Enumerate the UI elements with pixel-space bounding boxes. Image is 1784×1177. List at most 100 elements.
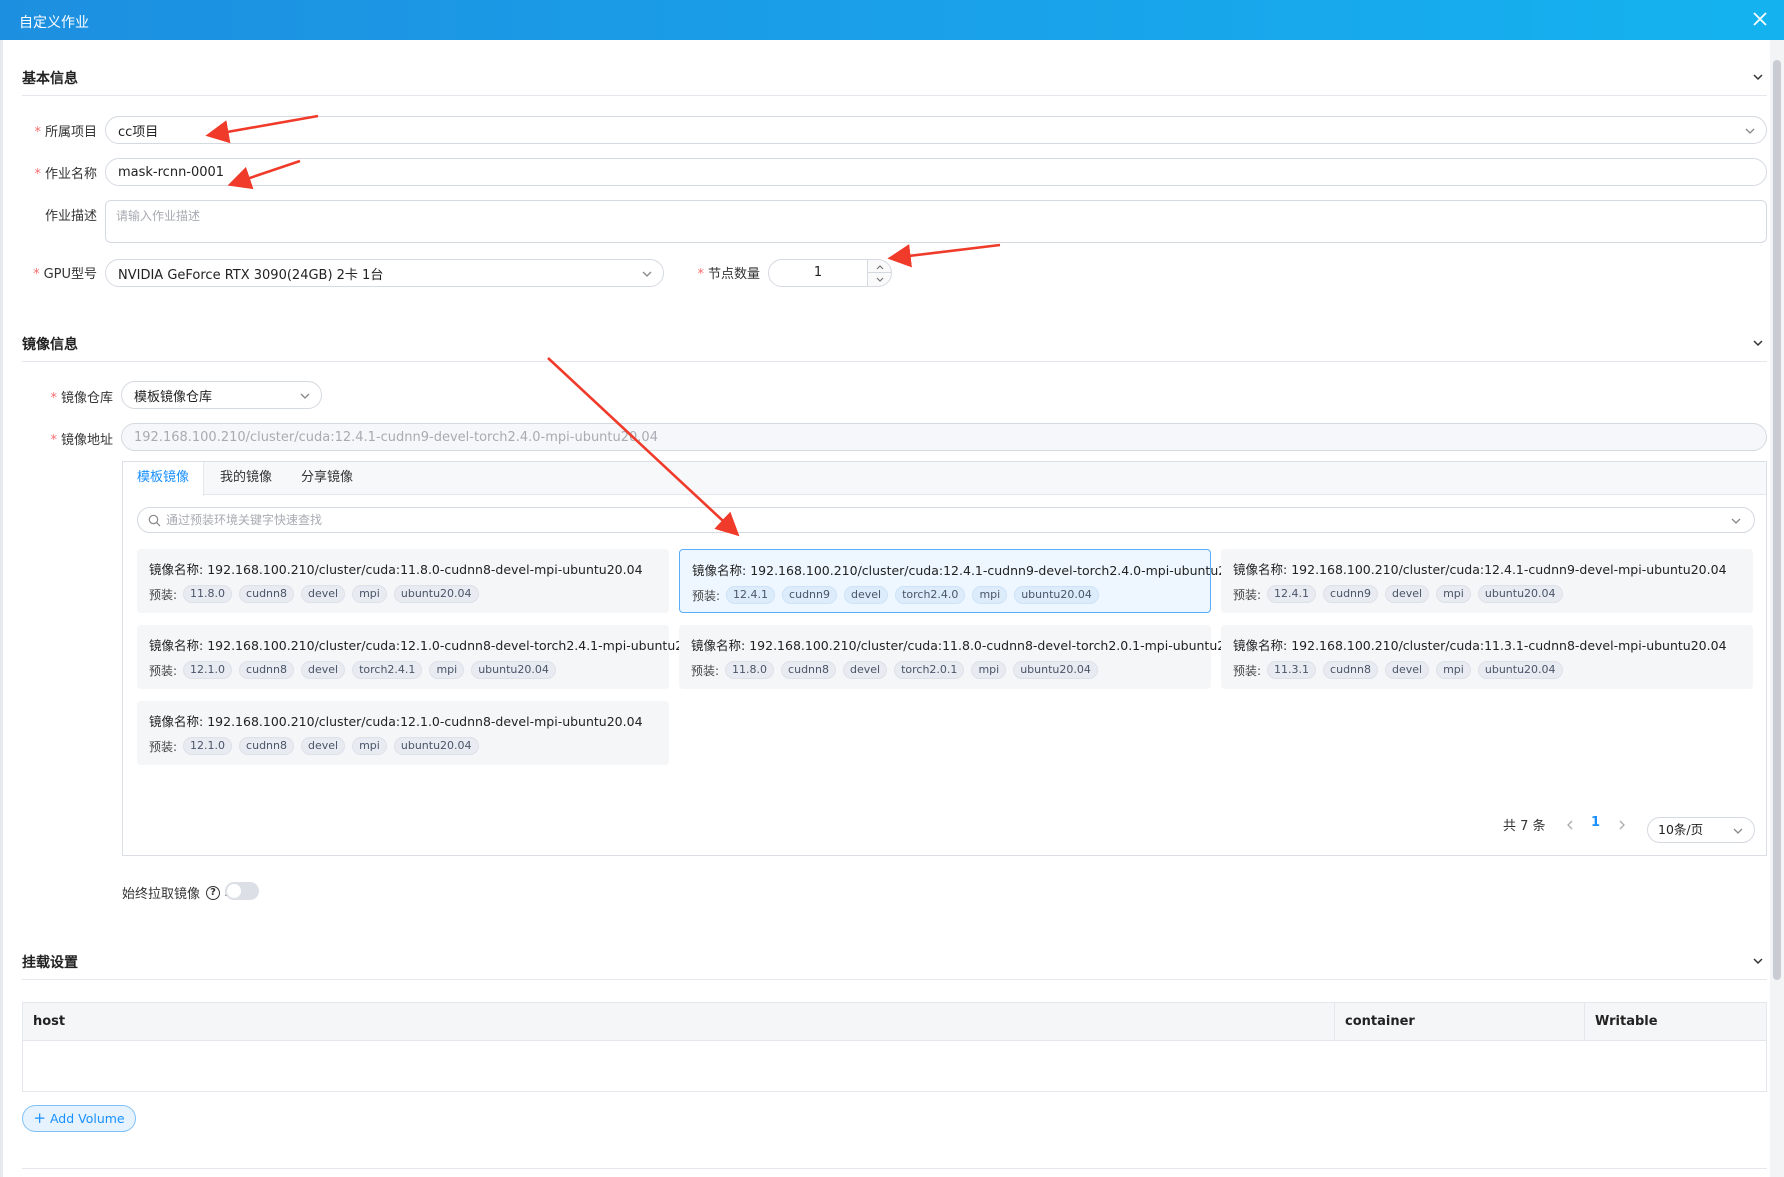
tag: cudnn9 — [1323, 585, 1378, 603]
page-size-select[interactable]: 10条/页 — [1647, 817, 1755, 843]
nodes-stepper[interactable]: 1 — [768, 259, 892, 287]
tag: devel — [1385, 661, 1430, 679]
image-search-placeholder: 通过预装环境关键字快速查找 — [166, 513, 323, 527]
tag: devel — [301, 585, 346, 603]
search-icon — [148, 514, 161, 527]
chevron-down-icon — [1745, 128, 1755, 134]
chevron-down-icon — [1733, 828, 1743, 834]
job-desc-textarea[interactable]: 请输入作业描述 — [105, 200, 1767, 243]
scrollbar-thumb[interactable] — [1773, 60, 1781, 980]
tag: ubuntu20.04 — [471, 661, 556, 679]
add-volume-label: Add Volume — [49, 1111, 125, 1126]
image-card-name: 镜像名称: 192.168.100.210/cluster/cuda:12.1.0… — [149, 714, 643, 729]
tab-template-images[interactable]: 模板镜像 — [123, 462, 204, 496]
image-card[interactable]: 镜像名称: 192.168.100.210/cluster/cuda:12.1.0… — [137, 625, 711, 689]
image-card[interactable]: 镜像名称: 192.168.100.210/cluster/cuda:11.8.0… — [679, 625, 1253, 689]
chevron-right-icon[interactable] — [1616, 819, 1628, 831]
tag: devel — [301, 661, 346, 679]
column-container: container — [1334, 1003, 1584, 1041]
tab-my-images[interactable]: 我的镜像 — [218, 462, 274, 495]
image-tabs: 模板镜像 我的镜像 分享镜像 — [123, 462, 1766, 496]
image-card-preinstalled: 预装: 12.1.0 cudnn8 devel torch2.4.1 mpi ubuntu2… — [149, 661, 563, 679]
toggle-knob — [227, 884, 241, 898]
tag: torch2.4.0 — [895, 586, 966, 604]
nodes-increment[interactable] — [868, 259, 892, 273]
repo-label: * 镜像仓库 — [50, 391, 113, 406]
tag: torch2.4.1 — [352, 661, 423, 679]
image-card[interactable]: 镜像名称: 192.168.100.210/cluster/cuda:11.3.1… — [1221, 625, 1753, 689]
image-search-input[interactable]: 通过预装环境关键字快速查找 — [137, 507, 1755, 533]
tag: ubuntu20.04 — [1014, 586, 1099, 604]
image-card-name: 镜像名称: 192.168.100.210/cluster/cuda:11.8.0… — [691, 638, 1254, 653]
chevron-down-icon[interactable] — [1751, 954, 1765, 968]
chevron-down-icon[interactable] — [1751, 70, 1765, 84]
repo-value: 模板镜像仓库 — [134, 389, 213, 405]
tag: ubuntu20.04 — [1477, 661, 1563, 679]
tag: cudnn8 — [239, 737, 294, 755]
image-card-preinstalled: 预装: 11.8.0 cudnn8 devel torch2.0.1 mpi ubuntu2… — [691, 661, 1105, 679]
project-label: * 所属项目 — [34, 125, 97, 140]
image-card-preinstalled: 预装: 12.4.1 cudnn9 devel torch2.4.0 mpi ubuntu2… — [692, 586, 1106, 604]
dialog-title: 自定义作业 — [19, 15, 89, 31]
tag: cudnn9 — [782, 586, 837, 604]
dialog-title-bar: 自定义作业 — [0, 0, 1784, 40]
image-card[interactable]: 镜像名称: 192.168.100.210/cluster/cuda:12.1.0… — [137, 701, 669, 765]
tag: devel — [843, 661, 888, 679]
volume-table: host container Writable — [22, 1002, 1767, 1092]
plus-icon: + — [33, 1109, 46, 1127]
add-volume-button[interactable]: + Add Volume — [22, 1105, 136, 1132]
address-label: * 镜像地址 — [50, 433, 113, 448]
image-card-name: 镜像名称: 192.168.100.210/cluster/cuda:11.3.1… — [1233, 638, 1727, 653]
tag: 12.1.0 — [183, 661, 233, 679]
image-card[interactable]: 镜像名称: 192.168.100.210/cluster/cuda:12.4.1… — [1221, 549, 1753, 613]
job-desc-label: 作业描述 — [44, 209, 97, 224]
chevron-left-icon[interactable] — [1564, 819, 1576, 831]
gpu-select[interactable]: NVIDIA GeForce RTX 3090(24GB) 2卡 1台 — [105, 259, 664, 287]
pagination-total: 共 7 条 — [1503, 819, 1546, 834]
tag: mpi — [429, 661, 465, 679]
repo-select[interactable]: 模板镜像仓库 — [121, 381, 322, 409]
section-title-image: 镜像信息 — [22, 337, 78, 353]
chevron-down-icon — [1731, 518, 1741, 524]
job-name-input[interactable]: mask-rcnn-0001 — [105, 158, 1767, 186]
image-card[interactable]: 镜像名称: 192.168.100.210/cluster/cuda:11.8.0… — [137, 549, 669, 613]
image-card-name: 镜像名称: 192.168.100.210/cluster/cuda:11.8.0… — [149, 562, 643, 577]
chevron-down-icon — [876, 277, 884, 282]
tag: cudnn8 — [239, 585, 294, 603]
section-image-info[interactable]: 镜像信息 — [22, 322, 1767, 362]
project-value: cc项目 — [118, 124, 159, 140]
close-icon[interactable] — [1750, 9, 1770, 29]
column-host: host — [33, 1014, 66, 1029]
nodes-decrement[interactable] — [868, 273, 892, 287]
section-title-basic: 基本信息 — [22, 71, 78, 87]
tag: ubuntu20.04 — [1013, 661, 1098, 679]
tag: 12.4.1 — [726, 586, 776, 604]
image-card-name: 镜像名称: 192.168.100.210/cluster/cuda:12.4.1… — [692, 563, 1255, 578]
tag: devel — [1385, 585, 1430, 603]
tag: mpi — [972, 586, 1008, 604]
nodes-label: * 节点数量 — [697, 267, 760, 282]
tag: ubuntu20.04 — [393, 585, 479, 603]
left-edge — [0, 40, 3, 1177]
tab-shared-images[interactable]: 分享镜像 — [299, 462, 355, 495]
image-card-name: 镜像名称: 192.168.100.210/cluster/cuda:12.1.0… — [149, 638, 712, 653]
image-card-preinstalled: 预装: 11.8.0 cudnn8 devel mpi ubuntu20.04 — [149, 585, 486, 603]
always-pull-label: 始终拉取镜像 ? : — [122, 883, 228, 902]
pagination-current-page[interactable]: 1 — [1591, 815, 1600, 830]
tag: 12.4.1 — [1267, 585, 1317, 603]
project-select[interactable]: cc项目 — [105, 116, 1767, 144]
tag: devel — [844, 586, 889, 604]
image-address-value: 192.168.100.210/cluster/cuda:12.4.1-cudn… — [134, 429, 658, 445]
help-icon[interactable]: ? — [206, 885, 221, 900]
chevron-down-icon[interactable] — [1751, 336, 1765, 350]
chevron-down-icon — [642, 271, 652, 277]
gpu-label: * GPU型号 — [33, 267, 97, 282]
nodes-value[interactable]: 1 — [768, 259, 868, 287]
always-pull-toggle[interactable] — [225, 882, 259, 900]
section-mount-settings[interactable]: 挂载设置 — [22, 940, 1767, 980]
tag: mpi — [1436, 585, 1471, 603]
tag: mpi — [352, 737, 387, 755]
image-card-preinstalled: 预装: 11.3.1 cudnn8 devel mpi ubuntu20.04 — [1233, 661, 1570, 679]
section-basic-info[interactable]: 基本信息 — [22, 56, 1767, 96]
image-card[interactable]: 镜像名称: 192.168.100.210/cluster/cuda:12.4.1… — [679, 549, 1254, 613]
